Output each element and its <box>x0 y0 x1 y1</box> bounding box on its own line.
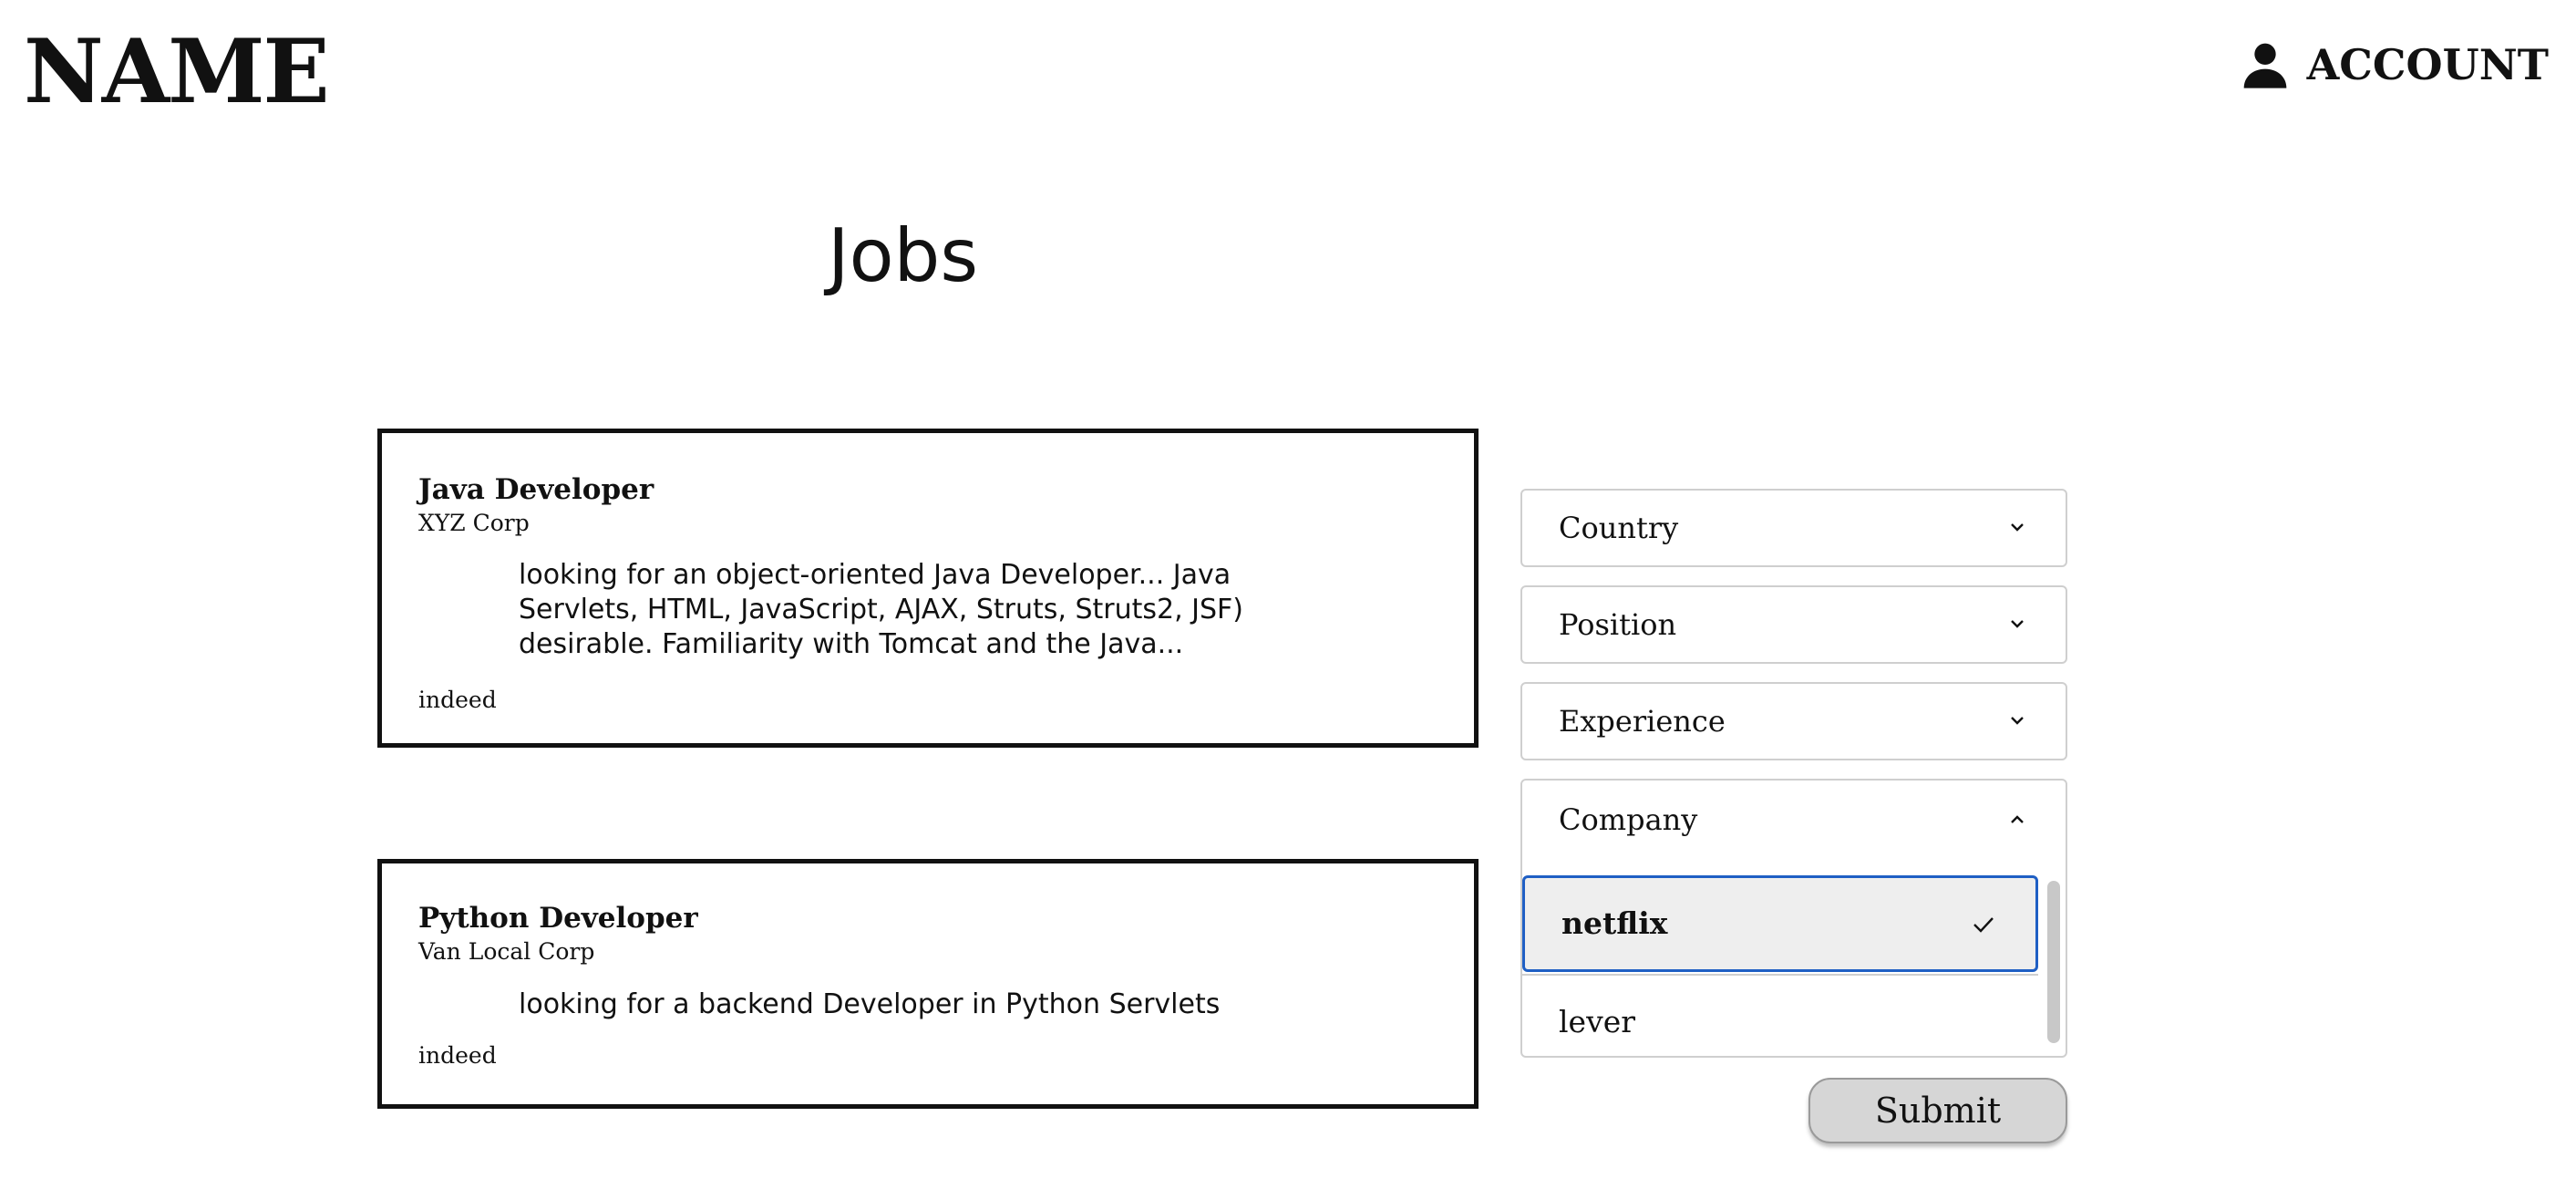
chevron-down-icon <box>2011 523 2024 532</box>
account-label: ACCOUNT <box>2306 40 2549 89</box>
option-label: netflix <box>1561 905 1668 941</box>
option-label: lever <box>1559 1004 1636 1039</box>
job-source: indeed <box>418 687 497 713</box>
job-title[interactable]: Python Developer <box>418 900 698 936</box>
company-label: Company <box>1559 802 1698 837</box>
company-dropdown-toggle[interactable]: Company <box>1522 781 2066 859</box>
job-description: looking for an object-oriented Java Deve… <box>519 559 1244 660</box>
chevron-up-icon <box>2011 815 2024 823</box>
person-icon <box>2243 43 2286 88</box>
job-company: Van Local Corp <box>418 938 595 965</box>
job-source: indeed <box>418 1042 497 1069</box>
job-description: looking for a backend Developer in Pytho… <box>519 988 1221 1020</box>
experience-dropdown[interactable]: Experience <box>1520 682 2067 760</box>
company-option-netflix[interactable]: netflix <box>1522 875 2038 972</box>
chevron-down-icon <box>2011 717 2024 725</box>
check-icon <box>1973 917 1994 933</box>
scrollbar[interactable] <box>2047 881 2060 1043</box>
site-logo[interactable]: NAME <box>24 13 330 131</box>
company-option-lever[interactable]: lever <box>1522 974 2038 1056</box>
company-dropdown: Company netflix lever <box>1520 779 2067 1058</box>
job-card[interactable]: Java Developer XYZ Corp looking for an o… <box>377 429 1479 748</box>
submit-button[interactable]: Submit <box>1808 1078 2067 1143</box>
job-company: XYZ Corp <box>418 510 530 536</box>
country-label: Country <box>1559 511 1679 545</box>
position-dropdown[interactable]: Position <box>1520 585 2067 664</box>
job-card[interactable]: Python Developer Van Local Corp looking … <box>377 859 1479 1109</box>
position-label: Position <box>1559 607 1677 642</box>
page-title: Jobs <box>828 213 978 298</box>
country-dropdown[interactable]: Country <box>1520 489 2067 567</box>
experience-label: Experience <box>1559 704 1726 739</box>
chevron-down-icon <box>2011 620 2024 628</box>
account-button[interactable]: ACCOUNT <box>2240 33 2549 97</box>
job-title[interactable]: Java Developer <box>418 471 654 508</box>
